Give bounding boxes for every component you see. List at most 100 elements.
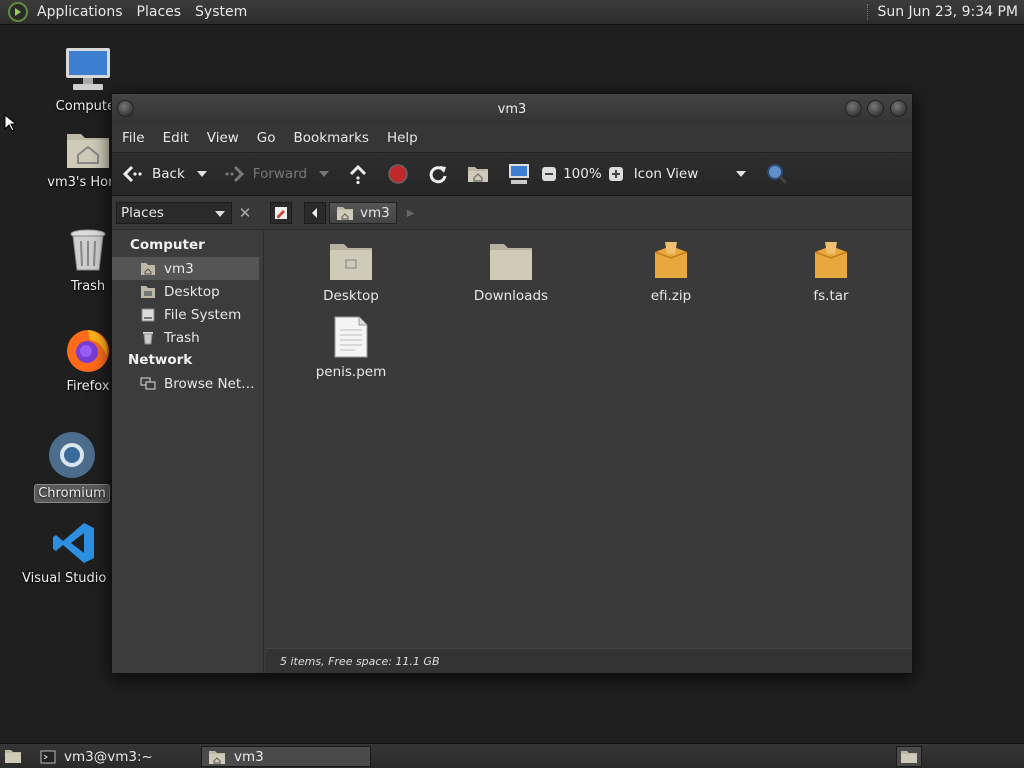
file-name: Downloads xyxy=(473,288,549,304)
sidebar-item-label: vm3 xyxy=(164,260,194,277)
computer-icon xyxy=(66,48,110,90)
file-item-fs-tar[interactable]: fs.tar xyxy=(756,240,906,304)
location-bar: Places ✕ vm3 ▶ xyxy=(112,196,912,230)
toolbar: Back Forward 100% Icon View xyxy=(112,152,912,196)
close-sidebar-button[interactable]: ✕ xyxy=(234,202,256,224)
trash-icon xyxy=(143,331,153,344)
maximize-button[interactable] xyxy=(867,100,884,117)
zoom-out-button[interactable] xyxy=(541,159,557,189)
show-desktop-button[interactable] xyxy=(4,748,22,768)
stop-icon xyxy=(388,164,408,184)
desktop-icon-label: Firefox xyxy=(66,379,110,394)
file-item-efi-zip[interactable]: efi.zip xyxy=(596,240,746,304)
window-menu-button[interactable] xyxy=(117,100,134,117)
forward-history-dropdown[interactable] xyxy=(319,171,330,177)
sidebar-heading-computer: Computer xyxy=(130,237,205,253)
file-item-penis-pem[interactable]: penis.pem xyxy=(276,316,426,380)
terminal-icon xyxy=(40,750,56,763)
zoom-in-button[interactable] xyxy=(608,159,624,189)
file-view[interactable]: Desktop Downloads efi.zip fs.tar penis.p… xyxy=(266,230,912,648)
view-mode-select[interactable]: Icon View xyxy=(634,159,746,189)
home-folder-icon xyxy=(67,134,109,168)
path-crumb-vm3[interactable]: vm3 xyxy=(329,202,397,224)
status-bar: 5 items, Free space: 11.1 GB xyxy=(266,648,912,673)
file-item-downloads[interactable]: Downloads xyxy=(436,240,586,304)
menu-bookmarks[interactable]: Bookmarks xyxy=(288,130,381,146)
vscode-icon xyxy=(53,523,94,563)
sidebar-item-file-system[interactable]: File System xyxy=(112,303,263,326)
path-scroll-right[interactable]: ▶ xyxy=(407,208,415,219)
mate-logo-icon[interactable] xyxy=(8,2,28,22)
archive-icon xyxy=(654,242,688,278)
menu-file[interactable]: File xyxy=(116,130,157,146)
folder-icon xyxy=(330,244,372,280)
location-edit-toggle[interactable] xyxy=(270,202,292,224)
computer-button[interactable] xyxy=(507,159,531,189)
network-icon xyxy=(140,377,156,389)
file-name: efi.zip xyxy=(650,288,692,304)
workspace-switcher[interactable] xyxy=(896,746,922,767)
menu-view[interactable]: View xyxy=(201,130,251,146)
forward-arrow-icon xyxy=(225,165,244,183)
back-history-dropdown[interactable] xyxy=(196,171,207,177)
path-crumb-label: vm3 xyxy=(360,205,390,221)
sidebar-item-trash[interactable]: Trash xyxy=(112,326,263,349)
search-button[interactable] xyxy=(766,159,788,189)
folder-icon xyxy=(209,750,225,764)
edit-location-icon xyxy=(275,207,287,219)
back-label: Back xyxy=(152,166,185,182)
applications-menu[interactable]: Applications xyxy=(30,0,130,25)
back-button[interactable]: Back xyxy=(122,159,207,189)
forward-button[interactable]: Forward xyxy=(223,159,330,189)
zoom-level: 100% xyxy=(563,166,602,182)
task-terminal[interactable]: vm3@vm3:~ xyxy=(34,746,198,767)
archive-icon xyxy=(814,242,848,278)
panel-separator xyxy=(867,4,869,20)
sidebar-item-desktop[interactable]: Desktop xyxy=(112,280,263,303)
chevron-down-icon xyxy=(215,211,225,217)
search-icon xyxy=(766,164,787,185)
window-titlebar[interactable]: vm3 xyxy=(112,94,912,124)
system-menu[interactable]: System xyxy=(188,0,254,25)
firefox-icon xyxy=(67,330,109,372)
zoom-reset-button[interactable]: 100% xyxy=(563,159,602,189)
folder-icon xyxy=(490,244,532,280)
up-button[interactable] xyxy=(347,159,369,189)
desktop-icon-label: Trash xyxy=(70,279,106,294)
minimize-button[interactable] xyxy=(845,100,862,117)
mouse-cursor-icon xyxy=(4,114,16,132)
places-menu[interactable]: Places xyxy=(130,0,189,25)
sidebar-heading-network: Network xyxy=(128,352,193,368)
chromium-icon xyxy=(49,432,95,478)
sidebar-item-browse-network[interactable]: Browse Net… xyxy=(112,372,263,395)
workspace-icon xyxy=(901,750,917,763)
back-arrow-icon xyxy=(122,165,142,183)
zoom-in-icon xyxy=(608,167,623,181)
stop-button[interactable] xyxy=(387,159,409,189)
task-file-manager[interactable]: vm3 xyxy=(201,746,371,767)
show-desktop-icon xyxy=(5,750,21,763)
file-manager-window: vm3 File Edit View Go Bookmarks Help Bac… xyxy=(111,93,913,674)
home-folder-icon xyxy=(337,207,353,220)
menu-go[interactable]: Go xyxy=(251,130,288,146)
sidebar-type-select[interactable]: Places xyxy=(116,202,232,224)
text-file-icon xyxy=(334,316,368,358)
home-icon xyxy=(141,262,155,275)
menu-edit[interactable]: Edit xyxy=(157,130,201,146)
file-item-desktop[interactable]: Desktop xyxy=(276,240,426,304)
path-scroll-left[interactable] xyxy=(304,202,326,224)
clock[interactable]: Sun Jun 23, 9:34 PM xyxy=(877,4,1024,20)
bottom-panel: vm3@vm3:~ vm3 xyxy=(0,743,1024,768)
sidebar-item-vm3[interactable]: vm3 xyxy=(112,257,259,280)
home-button[interactable] xyxy=(467,159,489,189)
desktop-icon xyxy=(141,285,155,298)
menubar: File Edit View Go Bookmarks Help xyxy=(112,124,912,152)
sidebar-item-label: Browse Net… xyxy=(164,375,255,392)
window-title: vm3 xyxy=(497,101,527,117)
menu-help[interactable]: Help xyxy=(381,130,430,146)
sidebar-type-value: Places xyxy=(121,205,164,221)
close-button[interactable] xyxy=(890,100,907,117)
reload-button[interactable] xyxy=(427,159,449,189)
trash-icon xyxy=(70,229,106,271)
forward-label: Forward xyxy=(252,166,308,182)
